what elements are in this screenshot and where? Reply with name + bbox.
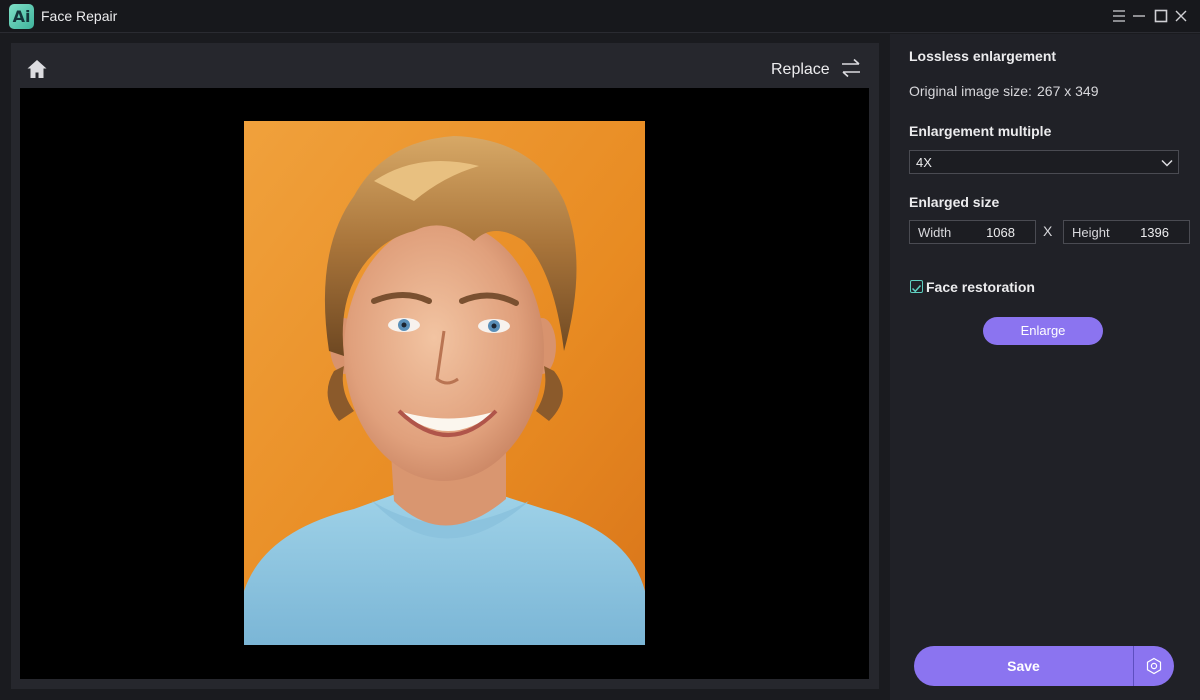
width-label: Width bbox=[918, 225, 952, 240]
close-icon[interactable] bbox=[1172, 7, 1190, 25]
chevron-down-icon bbox=[1160, 156, 1174, 175]
minimize-icon[interactable] bbox=[1130, 7, 1148, 25]
preview-panel: Replace bbox=[11, 43, 879, 689]
face-restoration-label: Face restoration bbox=[926, 279, 1035, 295]
home-icon[interactable] bbox=[26, 58, 48, 80]
hexagon-settings-icon[interactable] bbox=[1145, 657, 1163, 675]
height-field[interactable]: Height 1396 bbox=[1063, 220, 1190, 244]
save-divider bbox=[1133, 646, 1134, 686]
lossless-title: Lossless enlargement bbox=[909, 48, 1057, 64]
portrait-photo bbox=[244, 121, 645, 645]
swap-arrows-icon bbox=[840, 58, 862, 83]
hamburger-icon[interactable] bbox=[1110, 7, 1128, 25]
enlarge-button[interactable]: Enlarge bbox=[983, 317, 1103, 345]
face-restoration-checkbox[interactable] bbox=[910, 280, 923, 293]
title-bar: Ai Face Repair bbox=[0, 0, 1200, 33]
image-canvas bbox=[20, 88, 869, 679]
checkmark-icon bbox=[911, 284, 922, 293]
replace-label: Replace bbox=[771, 61, 830, 78]
settings-panel: Lossless enlargement Original image size… bbox=[890, 34, 1200, 700]
save-group: Save bbox=[914, 646, 1174, 686]
height-label: Height bbox=[1072, 225, 1110, 240]
multiple-title: Enlargement multiple bbox=[909, 123, 1052, 139]
height-value: 1396 bbox=[1140, 225, 1169, 240]
enlarged-size-title: Enlarged size bbox=[909, 194, 1000, 210]
maximize-icon[interactable] bbox=[1152, 7, 1170, 25]
multiple-selected-value: 4X bbox=[916, 155, 932, 170]
width-value: 1068 bbox=[986, 225, 1015, 240]
replace-button[interactable]: Replace bbox=[771, 58, 862, 82]
size-separator: X bbox=[1043, 223, 1053, 239]
save-button[interactable]: Save bbox=[914, 646, 1133, 686]
original-size-value: 267 x 349 bbox=[1037, 83, 1099, 99]
enlargement-multiple-select[interactable]: 4X bbox=[909, 150, 1179, 174]
width-field[interactable]: Width 1068 bbox=[909, 220, 1036, 244]
app-logo: Ai bbox=[9, 4, 34, 29]
original-size-label: Original image size: bbox=[909, 83, 1032, 99]
app-title: Face Repair bbox=[41, 8, 118, 24]
